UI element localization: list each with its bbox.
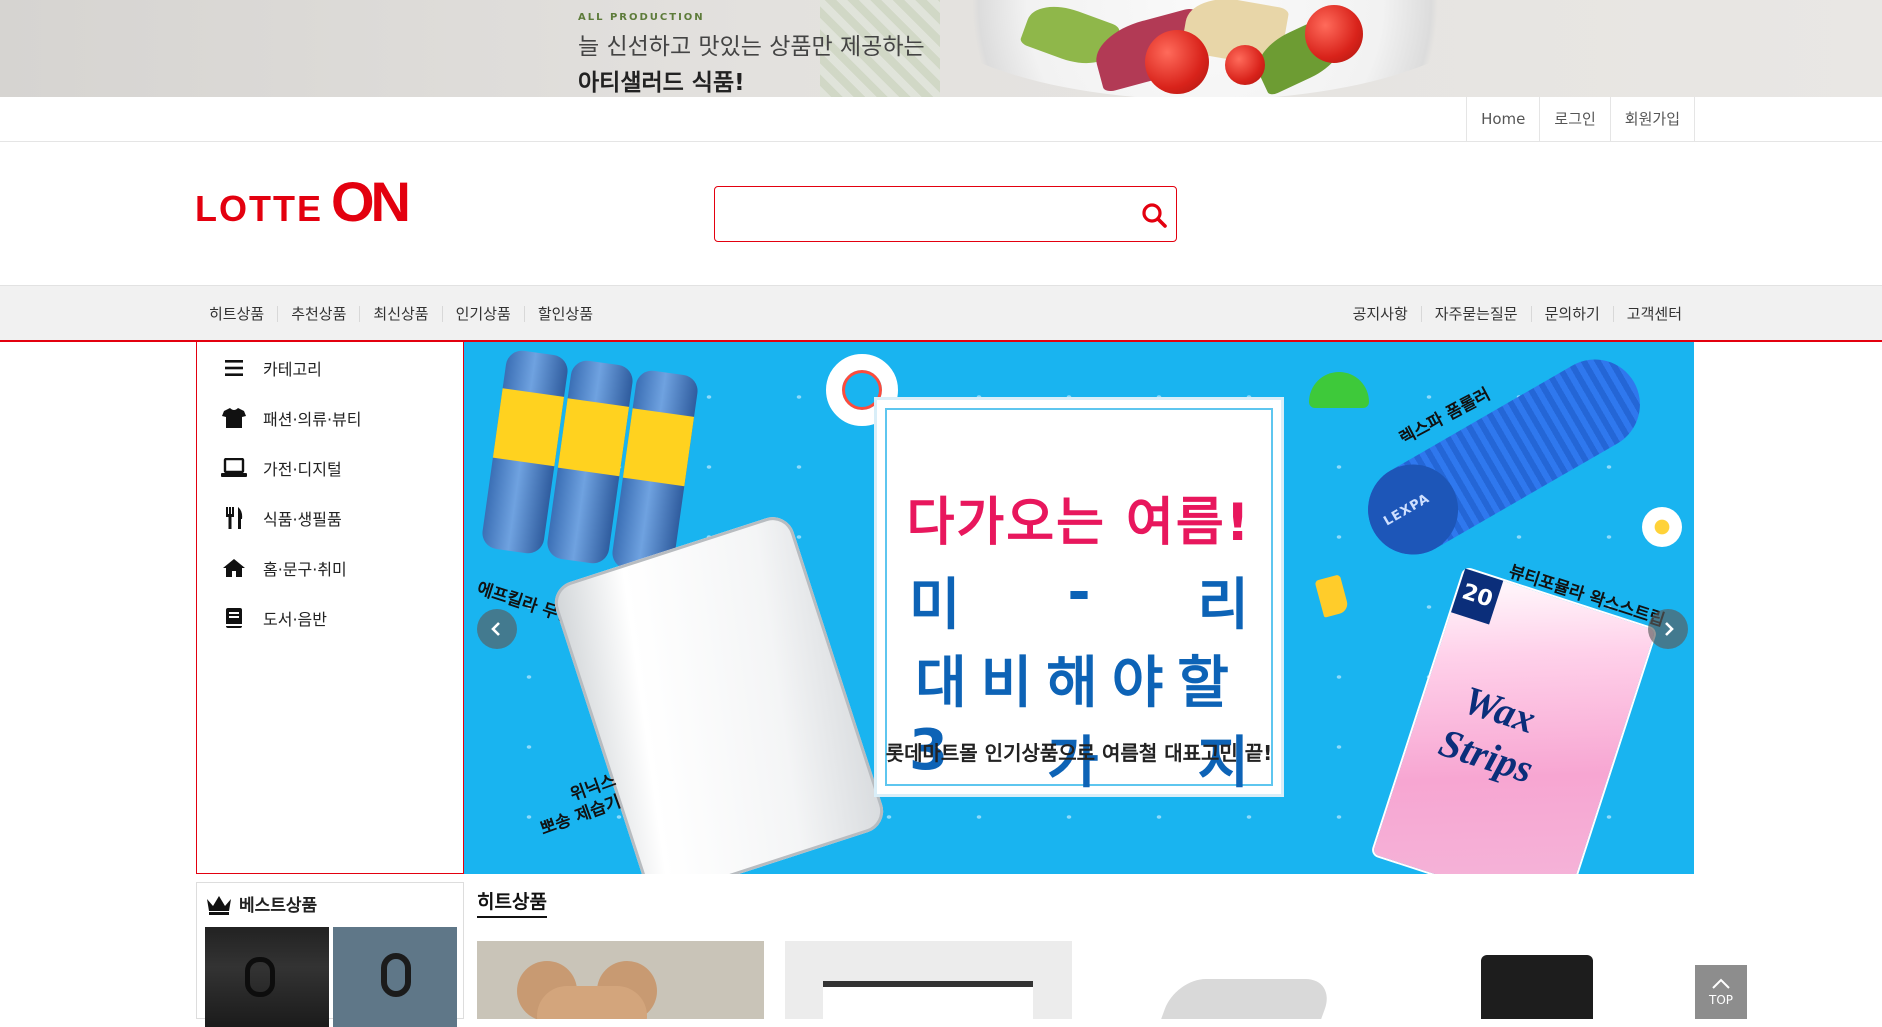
login-link[interactable]: 로그인 bbox=[1540, 97, 1611, 141]
tomato bbox=[1225, 45, 1265, 85]
best-title-label: 베스트상품 bbox=[239, 896, 318, 916]
global-nav: 히트상품 추천상품 최신상품 인기상품 할인상품 공지사항 자주묻는질문 문의하… bbox=[0, 285, 1882, 342]
category-header[interactable]: 카테고리 bbox=[221, 353, 322, 383]
top-ad-banner[interactable]: ALL PRODUCTION 늘 신선하고 맛있는 상품만 제공하는 아티샐러드… bbox=[0, 0, 1882, 97]
laptop-icon bbox=[221, 455, 247, 481]
home-icon bbox=[221, 555, 247, 581]
best-title: 베스트상품 bbox=[205, 891, 317, 916]
hit-product-card[interactable] bbox=[1401, 941, 1688, 1019]
promo-line-b: 대비해야할 bbox=[915, 651, 1243, 716]
category-label: 패션·의류·뷰티 bbox=[263, 410, 362, 429]
category-label: 식품·생필품 bbox=[263, 510, 342, 529]
top-banner-line1: 늘 신선하고 맛있는 상품만 제공하는 bbox=[578, 34, 925, 60]
utility-links: Home 로그인 회원가입 bbox=[1466, 97, 1695, 141]
promo-char: 미 bbox=[909, 573, 961, 638]
chevron-right-icon bbox=[1665, 622, 1674, 636]
search-input[interactable] bbox=[715, 187, 1115, 239]
category-home[interactable]: 홈·문구·취미 bbox=[221, 553, 347, 583]
category-fashion[interactable]: 패션·의류·뷰티 bbox=[221, 403, 362, 433]
promo-line-a: 미 - 리 bbox=[897, 560, 1261, 641]
gnb-recommend[interactable]: 추천상품 bbox=[277, 305, 359, 322]
next-slide-button[interactable] bbox=[1648, 609, 1688, 649]
top-banner-line2: 아티샐러드 식품! bbox=[578, 70, 745, 96]
gnb-inquiry[interactable]: 문의하기 bbox=[1530, 305, 1613, 322]
hit-product-card[interactable] bbox=[1093, 941, 1380, 1019]
top-label: TOP bbox=[1708, 992, 1733, 1007]
tomato bbox=[1145, 30, 1209, 94]
best-thumbs bbox=[205, 927, 457, 1027]
best-products-box: 베스트상품 bbox=[196, 882, 464, 1027]
salad-image bbox=[905, 0, 1505, 97]
scroll-top-button[interactable]: TOP bbox=[1695, 965, 1747, 1019]
crown-icon bbox=[207, 895, 231, 915]
gnb-right: 공지사항 자주묻는질문 문의하기 고객센터 bbox=[1340, 286, 1695, 341]
category-label: 가전·디지털 bbox=[263, 460, 342, 479]
lotte-on-logo[interactable]: LOTTE ON bbox=[195, 170, 411, 233]
best-product-thumb[interactable] bbox=[333, 927, 457, 1027]
category-food[interactable]: 식품·생필품 bbox=[221, 503, 342, 533]
gnb-popular[interactable]: 인기상품 bbox=[441, 305, 524, 322]
book-icon bbox=[221, 605, 247, 631]
promo-char: 리 bbox=[1197, 573, 1249, 638]
hit-products-title: 히트상품 bbox=[477, 887, 547, 918]
logo-word: LOTTE bbox=[195, 188, 323, 229]
category-panel: 카테고리 패션·의류·뷰티 가전·디지털 식품·생필품 홈·문구·취미 도서·음… bbox=[196, 342, 464, 874]
main-slider[interactable]: 에프킬라 무향 위닉스 뽀송 제습기 다가오는 여름! 미 - 리 대비해야할 … bbox=[464, 342, 1694, 874]
search-box bbox=[714, 186, 1177, 242]
flower-decoration bbox=[1642, 507, 1682, 547]
promo-card: 다가오는 여름! 미 - 리 대비해야할 3 가 지 롯데마트몰 인기상품으로 … bbox=[874, 397, 1284, 797]
gnb-customer-center[interactable]: 고객센터 bbox=[1612, 305, 1695, 322]
category-label: 도서·음반 bbox=[263, 610, 327, 629]
top-banner-text: ALL PRODUCTION 늘 신선하고 맛있는 상품만 제공하는 아티샐러드… bbox=[578, 12, 925, 97]
prev-slide-button[interactable] bbox=[477, 609, 517, 649]
category-label: 카테고리 bbox=[263, 360, 322, 379]
tomato bbox=[1305, 5, 1363, 63]
menu-icon bbox=[221, 355, 247, 381]
promo-subtitle: 롯데마트몰 인기상품으로 여름철 대표고민 끝! bbox=[885, 741, 1273, 765]
category-label: 홈·문구·취미 bbox=[263, 560, 347, 579]
utensils-icon bbox=[221, 505, 247, 531]
utility-bar: Home 로그인 회원가입 bbox=[0, 97, 1882, 142]
gnb-new[interactable]: 최신상품 bbox=[359, 305, 441, 322]
hit-product-card[interactable] bbox=[785, 941, 1072, 1019]
search-icon[interactable] bbox=[1140, 201, 1168, 229]
gnb-notice[interactable]: 공지사항 bbox=[1340, 306, 1421, 322]
category-books[interactable]: 도서·음반 bbox=[221, 603, 327, 633]
chevron-left-icon bbox=[491, 622, 500, 636]
gnb-hit[interactable]: 히트상품 bbox=[196, 306, 277, 322]
logo-on: ON bbox=[330, 170, 411, 233]
header: LOTTE ON bbox=[0, 142, 1882, 285]
category-electronics[interactable]: 가전·디지털 bbox=[221, 453, 342, 483]
promo-headline: 다가오는 여름! bbox=[906, 493, 1252, 553]
hit-product-card[interactable] bbox=[477, 941, 764, 1019]
best-product-thumb[interactable] bbox=[205, 927, 329, 1027]
chevron-up-icon bbox=[1712, 978, 1730, 989]
top-banner-kicker: ALL PRODUCTION bbox=[578, 12, 705, 23]
gnb-discount[interactable]: 할인상품 bbox=[523, 305, 606, 322]
promo-char: - bbox=[1067, 560, 1091, 625]
gnb-faq[interactable]: 자주묻는질문 bbox=[1420, 305, 1531, 322]
signup-link[interactable]: 회원가입 bbox=[1611, 97, 1695, 141]
home-link[interactable]: Home bbox=[1467, 97, 1541, 141]
tshirt-icon bbox=[221, 405, 247, 431]
gnb-left: 히트상품 추천상품 최신상품 인기상품 할인상품 bbox=[196, 286, 606, 341]
